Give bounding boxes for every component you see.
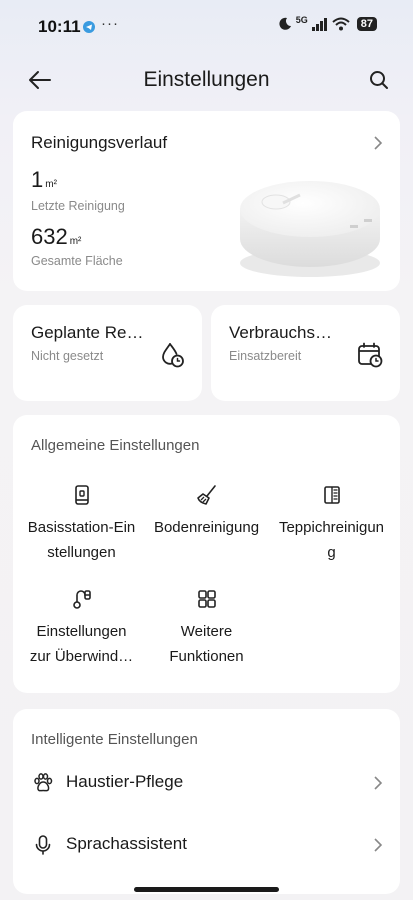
obstacle-settings-label-1: Einstellungen bbox=[36, 623, 127, 640]
last-cleaning-area: 1 m² bbox=[31, 167, 57, 193]
general-settings-title: Allgemeine Einstellungen bbox=[31, 437, 200, 454]
scheduled-subtitle: Nicht gesetzt bbox=[31, 349, 104, 363]
page-title: Einstellungen bbox=[143, 68, 270, 91]
obstacle-settings-label-2: zur Überwind… bbox=[29, 648, 134, 665]
history-title: Reinigungsverlauf bbox=[31, 133, 168, 152]
home-indicator[interactable] bbox=[134, 887, 279, 892]
drop-clock-icon bbox=[162, 343, 184, 368]
scheduled-title: Geplante Re… bbox=[31, 323, 144, 342]
telegram-icon bbox=[83, 21, 95, 33]
total-area-value: 632 bbox=[31, 224, 68, 249]
total-area-label: Gesamte Fläche bbox=[31, 254, 123, 268]
chevron-right-icon bbox=[374, 838, 383, 852]
more-functions-label-1: Weitere bbox=[180, 623, 233, 640]
wifi-icon bbox=[332, 17, 350, 31]
total-area-unit: m² bbox=[69, 236, 82, 247]
consumables-subtitle: Einsatzbereit bbox=[229, 349, 302, 363]
chevron-right-icon bbox=[374, 136, 383, 150]
signal-icon bbox=[311, 17, 327, 31]
carpet-cleaning-item[interactable]: Teppichreinigun g bbox=[269, 483, 394, 565]
moon-icon bbox=[279, 17, 291, 30]
status-bar: 10:11 ··· 5G 87 bbox=[0, 0, 413, 50]
consumables-card[interactable]: Verbrauchs… Einsatzbereit bbox=[211, 305, 400, 401]
floor-cleaning-item[interactable]: Bodenreinigung bbox=[144, 483, 269, 540]
microphone-icon bbox=[35, 835, 51, 855]
mop-icon bbox=[196, 485, 216, 505]
smart-settings-title: Intelligente Einstellungen bbox=[31, 731, 198, 748]
cleaning-history-card[interactable]: Reinigungsverlauf 1 m² Letzte Reinigung 6… bbox=[13, 111, 400, 291]
robot-vacuum-image bbox=[240, 181, 380, 277]
more-functions-item[interactable]: Weitere Funktionen bbox=[144, 587, 269, 669]
paw-icon bbox=[34, 773, 53, 792]
obstacle-icon bbox=[72, 590, 91, 609]
calendar-clock-icon bbox=[358, 342, 383, 368]
pet-care-item[interactable]: Haustier-Pflege bbox=[13, 758, 400, 808]
network-type: 5G bbox=[295, 15, 308, 25]
grid-icon bbox=[197, 590, 216, 608]
scheduled-cleaning-card[interactable]: Geplante Re… Nicht gesetzt bbox=[13, 305, 202, 401]
base-station-icon bbox=[74, 485, 89, 505]
base-station-label-1: Basisstation-Ein bbox=[27, 519, 136, 536]
app-header: Einstellungen bbox=[0, 60, 413, 100]
base-station-label-2: stellungen bbox=[47, 544, 116, 561]
search-button[interactable] bbox=[367, 68, 391, 92]
status-time: 10:11 bbox=[38, 17, 81, 36]
pet-care-label: Haustier-Pflege bbox=[66, 772, 184, 791]
smart-settings-card: Intelligente Einstellungen Haustier-Pfle… bbox=[13, 709, 400, 894]
carpet-cleaning-label-1: Teppichreinigun bbox=[278, 519, 385, 536]
base-station-settings-item[interactable]: Basisstation-Ein stellungen bbox=[19, 483, 144, 565]
voice-assistant-item[interactable]: Sprachassistent bbox=[13, 820, 400, 870]
search-icon bbox=[370, 71, 388, 89]
carpet-icon bbox=[323, 486, 340, 504]
chevron-right-icon bbox=[374, 776, 383, 790]
consumables-title: Verbrauchs… bbox=[229, 323, 332, 342]
battery-indicator: 87 bbox=[356, 17, 377, 31]
last-cleaning-unit: m² bbox=[45, 179, 57, 190]
voice-assistant-label: Sprachassistent bbox=[66, 834, 187, 853]
floor-cleaning-label-1: Bodenreinigung bbox=[153, 519, 260, 536]
last-cleaning-label: Letzte Reinigung bbox=[31, 199, 125, 213]
general-settings-card: Allgemeine Einstellungen Basisstation-Ei… bbox=[13, 415, 400, 693]
last-cleaning-value: 1 bbox=[31, 167, 44, 192]
total-area: 632 m² bbox=[31, 224, 81, 250]
obstacle-settings-item[interactable]: Einstellungen zur Überwind… bbox=[19, 587, 144, 669]
carpet-cleaning-label-2: g bbox=[327, 544, 336, 561]
more-functions-label-2: Funktionen bbox=[169, 648, 244, 665]
more-notifications-icon: ··· bbox=[101, 15, 119, 32]
